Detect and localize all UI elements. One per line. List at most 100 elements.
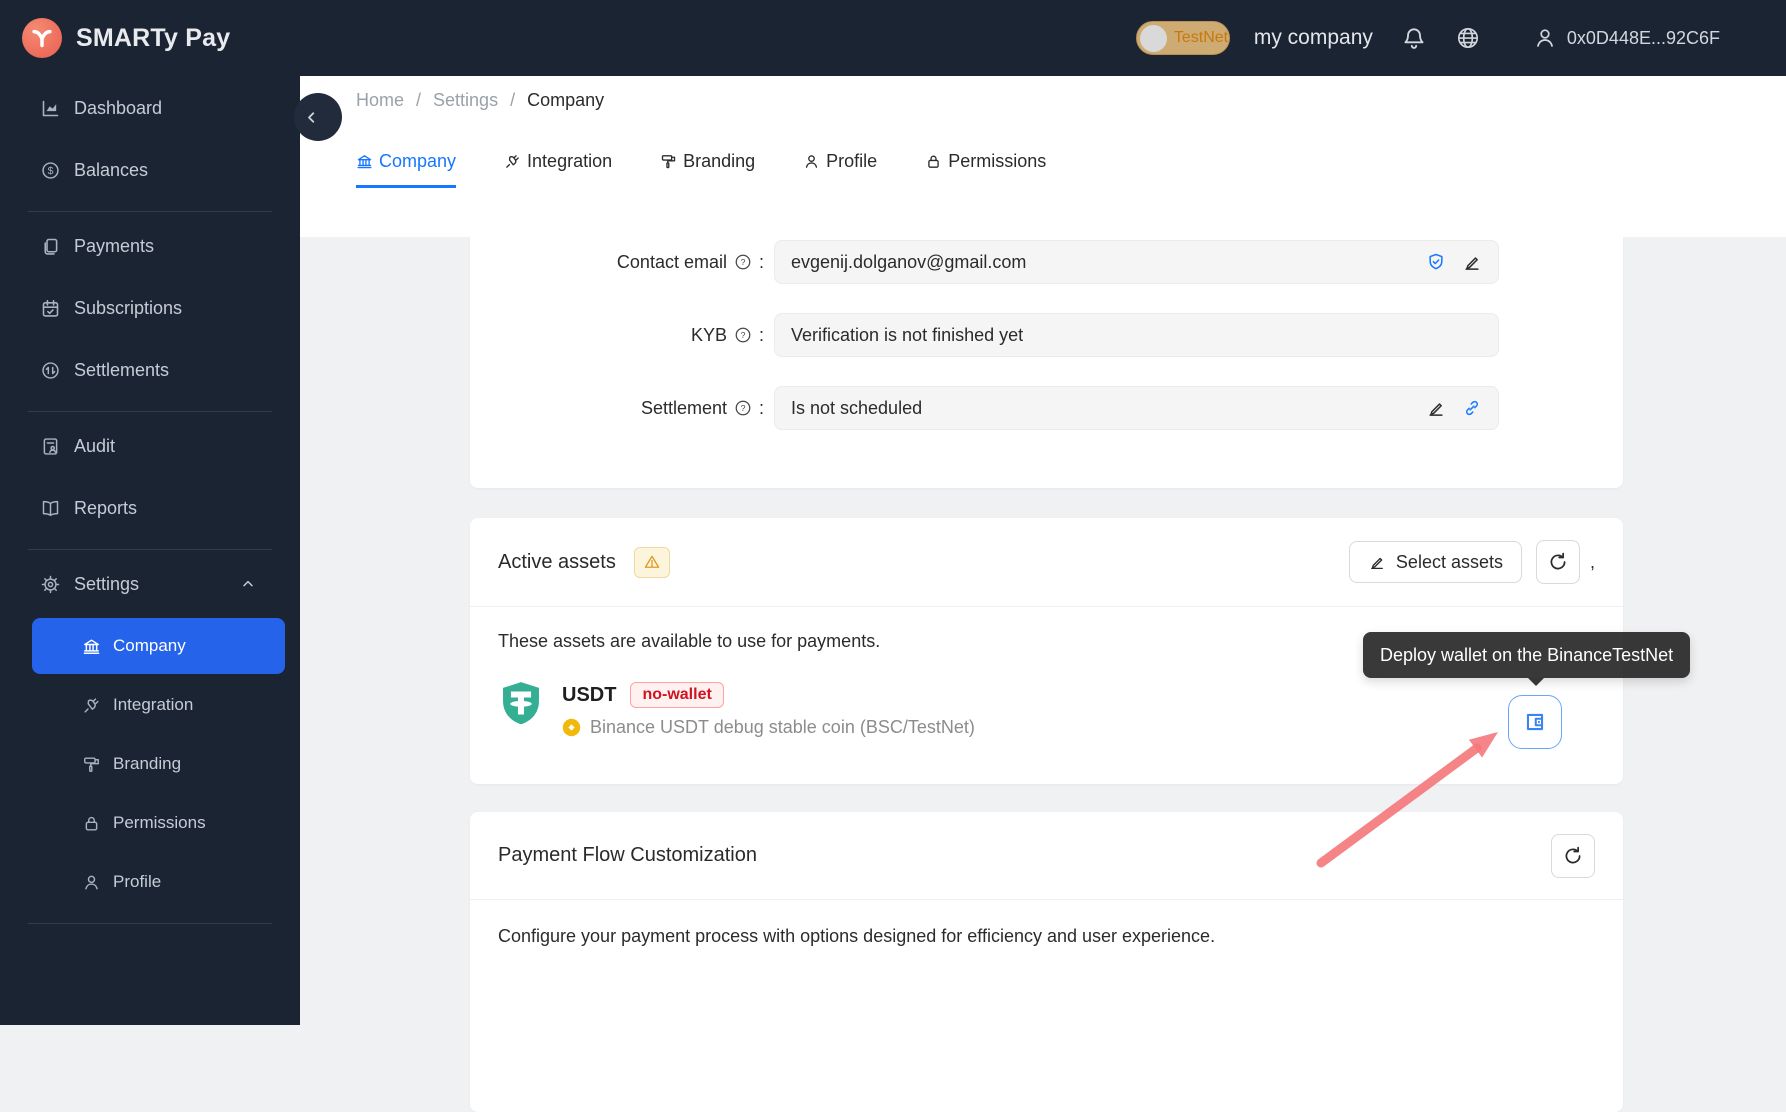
sidebar-item-balances[interactable]: $ Balances (0, 142, 300, 198)
brand-logo-icon (22, 18, 62, 58)
bank-icon (82, 637, 101, 656)
content-header: Home / Settings / Company Company Integr… (300, 76, 1786, 237)
tab-company[interactable]: Company (356, 138, 457, 188)
svg-text:?: ? (741, 403, 746, 413)
help-icon[interactable]: ? (734, 326, 752, 344)
deploy-wallet-tooltip: Deploy wallet on the BinanceTestNet (1363, 632, 1691, 686)
testnet-toggle-label: TestNet (1173, 29, 1229, 46)
toggle-knob (1139, 24, 1167, 52)
sidebar-item-permissions[interactable]: Permissions (32, 795, 285, 851)
label-colon: : (758, 397, 764, 418)
person-icon (82, 873, 101, 892)
sidebar-item-label: Profile (113, 872, 162, 891)
edit-icon (1370, 557, 1383, 570)
payment-flow-description: Configure your payment process with opti… (498, 926, 1216, 946)
settings-gear-icon (40, 574, 61, 595)
refresh-payment-flow-button[interactable] (1551, 833, 1595, 878)
sidebar-divider (28, 411, 272, 412)
person-icon (803, 153, 820, 170)
payment-flow-header: Payment Flow Customization (470, 812, 1623, 900)
field-label: Settlement ? : (640, 397, 764, 418)
tab-label: Integration (527, 151, 613, 171)
warning-triangle-icon (644, 555, 660, 568)
form-row-contact-email: Contact email ? : evgenij.dolganov@gmail… (470, 240, 1623, 284)
contact-email-field: evgenij.dolganov@gmail.com (774, 240, 1499, 284)
settlement-field: Is not scheduled (774, 386, 1499, 430)
svg-text:$: $ (48, 165, 54, 177)
help-icon[interactable]: ? (734, 399, 752, 417)
sidebar-item-branding[interactable]: Branding (32, 736, 285, 792)
tab-profile[interactable]: Profile (803, 138, 877, 188)
no-wallet-badge: no-wallet (630, 682, 724, 708)
audit-icon (40, 436, 61, 457)
card-title: Payment Flow Customization (498, 844, 757, 866)
sidebar-item-label: Branding (113, 754, 182, 773)
sidebar-item-subscriptions[interactable]: Subscriptions (0, 280, 300, 336)
breadcrumb-separator: / (416, 90, 422, 110)
tab-integration[interactable]: Integration (504, 138, 612, 188)
sidebar-item-label: Integration (113, 695, 194, 714)
payments-icon (40, 236, 61, 257)
active-assets-header: Active assets Select assets , (470, 518, 1623, 607)
svg-text:?: ? (741, 257, 746, 267)
sidebar-item-label: Settlements (74, 359, 170, 380)
edit-icon[interactable] (1426, 398, 1446, 418)
account-menu[interactable]: 0x0D448E...92C6F (1533, 26, 1720, 50)
refresh-icon (1550, 552, 1566, 570)
field-value: Is not scheduled (791, 397, 923, 418)
brand-title: SMARTy Pay (76, 23, 231, 52)
warning-badge (633, 546, 670, 578)
sidebar-item-reports[interactable]: Reports (0, 480, 300, 536)
tab-label: Permissions (948, 151, 1047, 171)
sidebar-item-profile[interactable]: Profile (32, 854, 285, 910)
sidebar-item-audit[interactable]: Audit (0, 418, 300, 474)
bank-icon (356, 153, 373, 170)
sidebar-item-dashboard[interactable]: Dashboard (0, 80, 300, 136)
sidebar-collapse-button[interactable] (294, 93, 342, 141)
sidebar-item-label: Settings (74, 573, 140, 594)
kyb-field: Verification is not finished yet (774, 313, 1499, 357)
paint-roller-icon (82, 755, 101, 774)
label-colon: : (758, 251, 764, 272)
breadcrumb-settings[interactable]: Settings (433, 90, 498, 111)
select-assets-button[interactable]: Select assets (1348, 541, 1522, 583)
label-colon: : (758, 324, 764, 345)
company-form-card: Contact email ? : evgenij.dolganov@gmail… (470, 237, 1623, 488)
field-value: evgenij.dolganov@gmail.com (791, 251, 1027, 272)
sidebar-item-payments[interactable]: Payments (0, 218, 300, 274)
sidebar-item-integration[interactable]: Integration (32, 677, 285, 733)
breadcrumb-current: Company (527, 90, 605, 110)
bell-icon[interactable] (1401, 25, 1427, 51)
help-icon[interactable]: ? (734, 253, 752, 271)
sidebar-item-company[interactable]: Company (32, 618, 285, 674)
account-address: 0x0D448E...92C6F (1566, 27, 1720, 48)
deploy-wallet-button[interactable] (1508, 695, 1562, 749)
breadcrumb: Home / Settings / Company (356, 90, 604, 111)
sidebar-item-label: Reports (74, 497, 138, 518)
tab-permissions[interactable]: Permissions (925, 138, 1046, 188)
refresh-icon (1565, 846, 1581, 863)
sidebar-divider (28, 923, 272, 924)
tab-branding[interactable]: Branding (660, 138, 755, 188)
top-header: SMARTy Pay TestNet my company 0x0D448E..… (0, 0, 1786, 76)
plug-icon (504, 153, 521, 170)
sidebar-item-settlements[interactable]: Settlements (0, 342, 300, 398)
select-assets-label: Select assets (1395, 551, 1503, 572)
sidebar-item-settings[interactable]: Settings (0, 556, 300, 612)
sidebar: Dashboard $ Balances Payments Subscripti… (0, 76, 300, 1025)
lock-icon (925, 153, 942, 170)
link-icon[interactable] (1462, 398, 1482, 418)
testnet-toggle[interactable]: TestNet (1135, 21, 1230, 55)
binance-icon (562, 718, 581, 737)
shield-check-icon[interactable] (1426, 252, 1446, 272)
breadcrumb-home[interactable]: Home (356, 90, 404, 111)
paint-roller-icon (660, 153, 677, 170)
subscriptions-icon (40, 298, 61, 319)
globe-icon[interactable] (1455, 25, 1481, 51)
dashboard-icon (40, 98, 61, 119)
payment-flow-card: Payment Flow Customization Configure you… (470, 812, 1623, 1112)
edit-icon[interactable] (1462, 252, 1482, 272)
sidebar-divider (28, 211, 272, 212)
refresh-assets-button[interactable] (1535, 540, 1580, 584)
form-row-kyb: KYB ? : Verification is not finished yet (470, 313, 1623, 357)
